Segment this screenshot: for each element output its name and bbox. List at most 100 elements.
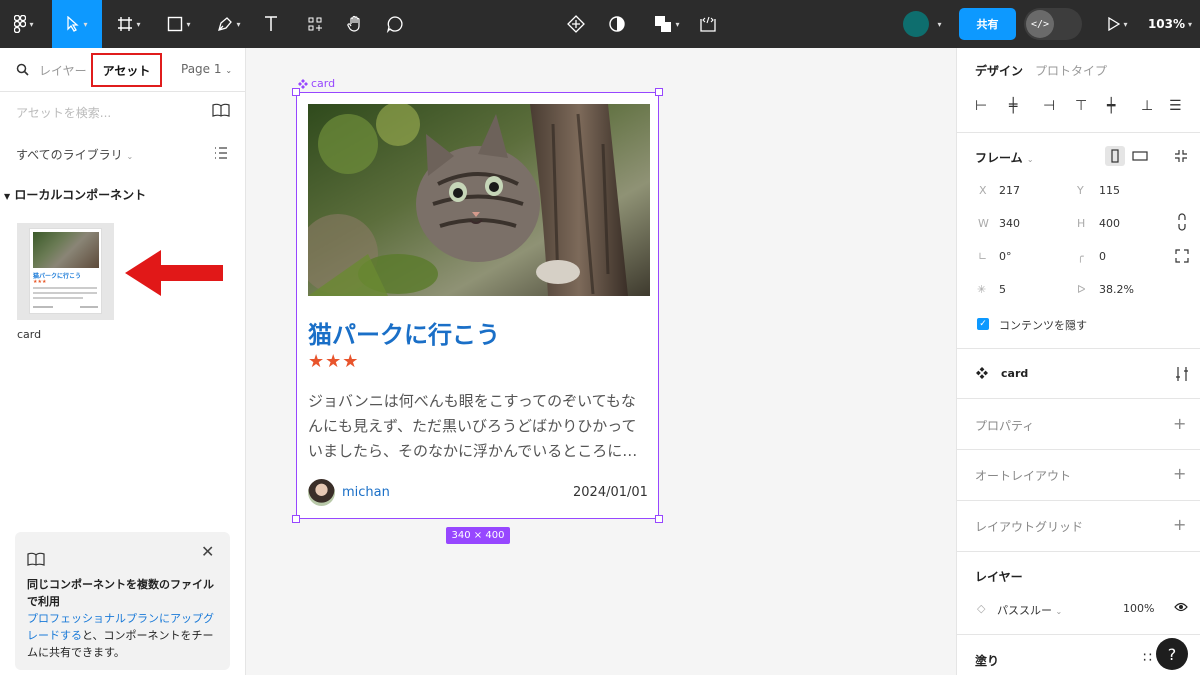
help-button[interactable]: ? (1156, 638, 1188, 670)
h-label: H (1077, 217, 1086, 230)
divider (957, 132, 1200, 133)
chevron-down-icon: ▾ (136, 19, 141, 29)
align-bottom-icon[interactable]: ⊥ (1141, 98, 1153, 114)
page-label: Page 1 (181, 62, 222, 76)
pen-tool-button[interactable]: ▾ (208, 0, 250, 48)
contrast-button[interactable] (604, 0, 630, 48)
main-menu-button[interactable]: ▾ (0, 0, 48, 48)
thumbnail-date-line (80, 306, 98, 308)
avatar-menu-button[interactable]: ▾ (930, 0, 946, 48)
right-panel: デザイン プロトタイプ ⊢ ╪ ⊣ ⊤ ┿ ⊥ ☰ フレーム ⌄ X 217 Y… (956, 48, 1200, 675)
text-tool-button[interactable] (258, 0, 284, 48)
divider (957, 500, 1200, 501)
count-input[interactable]: 5 (999, 283, 1006, 296)
left-panel-tabs: レイヤー アセット Page 1 ⌄ (0, 48, 246, 92)
landscape-icon[interactable] (1131, 149, 1149, 163)
zoom-menu-button[interactable]: 103% ▾ (1144, 0, 1196, 48)
divider (957, 398, 1200, 399)
half-circle-icon (609, 16, 625, 32)
blend-mode-label: パススルー (997, 604, 1052, 617)
chevron-down-icon: ⌄ (225, 66, 233, 75)
frame-label[interactable]: card (298, 77, 335, 90)
thumbnail-text-line (33, 287, 97, 289)
layout-grid-section-title: レイアウトグリッド (975, 520, 1084, 534)
boolean-icon (655, 16, 672, 32)
align-vertical-center-icon[interactable]: ┿ (1107, 98, 1115, 114)
tab-prototype[interactable]: プロトタイプ (1035, 62, 1107, 79)
x-input[interactable]: 217 (999, 184, 1020, 197)
search-icon[interactable] (16, 63, 29, 76)
eye-icon[interactable] (1174, 602, 1188, 612)
y-input[interactable]: 115 (1099, 184, 1120, 197)
ratio-input[interactable]: 38.2% (1099, 283, 1134, 296)
dev-mode-toggle[interactable]: </> (1024, 8, 1082, 40)
constrain-proportions-icon[interactable] (1177, 213, 1187, 231)
chevron-down-icon: ▾ (83, 19, 88, 29)
portrait-button[interactable] (1105, 146, 1125, 166)
page-selector[interactable]: Page 1 ⌄ (181, 62, 232, 76)
fill-styles-icon[interactable]: ∷ (1143, 650, 1152, 666)
thumbnail-card-preview: 猫パークに行こう ★★★ (29, 228, 102, 314)
user-avatar[interactable] (903, 11, 929, 37)
library-selector[interactable]: すべてのライブラリ ⌄ (16, 146, 133, 163)
list-view-icon[interactable] (214, 147, 228, 159)
comment-tool-button[interactable] (382, 0, 408, 48)
resize-handle[interactable] (655, 88, 663, 96)
dev-plugin-button[interactable] (563, 0, 589, 48)
thumbnail-text-line (33, 292, 97, 294)
book-icon[interactable] (212, 103, 230, 117)
move-tool-button[interactable]: ▾ (52, 0, 102, 48)
divider (957, 348, 1200, 349)
collapse-icon[interactable] (1174, 149, 1188, 163)
add-layout-grid-icon[interactable]: + (1173, 515, 1186, 534)
divider (957, 551, 1200, 552)
shape-tool-button[interactable]: ▾ (158, 0, 200, 48)
resize-handle[interactable] (655, 515, 663, 523)
resize-handle[interactable] (292, 515, 300, 523)
width-input[interactable]: 340 (999, 217, 1020, 230)
share-button[interactable]: 共有 (959, 8, 1016, 40)
zoom-level: 103% (1147, 17, 1186, 31)
chevron-down-icon: ▾ (29, 19, 34, 29)
rotation-input[interactable]: 0° (999, 250, 1012, 263)
opacity-input[interactable]: 100% (1123, 602, 1154, 615)
component-thumbnail[interactable]: 猫パークに行こう ★★★ (17, 223, 114, 320)
resize-handle[interactable] (292, 88, 300, 96)
play-icon (1108, 17, 1121, 31)
present-button[interactable]: ▾ (1100, 0, 1136, 48)
count-icon: ✳ (977, 283, 987, 296)
align-horizontal-center-icon[interactable]: ╪ (1009, 98, 1017, 114)
card-frame[interactable]: 猫パークに行こう ★★★ ジョバンニは何べんも眼をこすってのぞいてもなんにも見え… (292, 88, 663, 523)
tab-design[interactable]: デザイン (975, 62, 1023, 79)
left-panel: レイヤー アセット Page 1 ⌄ アセットを検索... すべてのライブラリ … (0, 48, 246, 675)
component-settings-icon[interactable] (1175, 366, 1189, 382)
code-embed-button[interactable] (696, 0, 720, 48)
card-rating: ★★★ (308, 351, 360, 372)
hand-tool-button[interactable] (342, 0, 368, 48)
clip-content-checkbox[interactable]: ✓ (977, 318, 989, 330)
height-input[interactable]: 400 (1099, 217, 1120, 230)
boolean-groups-button[interactable]: ▾ (646, 0, 688, 48)
chevron-down-icon: ▾ (1123, 19, 1128, 29)
tab-assets[interactable]: アセット (91, 53, 162, 87)
frame-type-selector[interactable]: フレーム ⌄ (975, 149, 1034, 166)
chevron-down-icon: ⌄ (1026, 155, 1034, 164)
independent-corners-icon[interactable] (1175, 249, 1189, 263)
align-top-icon[interactable]: ⊤ (1075, 98, 1087, 114)
local-components-header[interactable]: ▼ ローカルコンポーネント (4, 186, 146, 203)
blend-mode-selector[interactable]: パススルー ⌄ (997, 602, 1062, 618)
resources-button[interactable] (302, 0, 328, 48)
thumbnail-author-line (33, 306, 53, 308)
frame-tool-button[interactable]: ▾ (108, 0, 150, 48)
add-auto-layout-icon[interactable]: + (1173, 464, 1186, 483)
close-icon[interactable]: ✕ (201, 542, 214, 561)
asset-search-input[interactable]: アセットを検索... (16, 104, 196, 121)
align-right-icon[interactable]: ⊣ (1043, 98, 1055, 114)
thumbnail-text-line (33, 297, 83, 299)
component-name-label[interactable]: card (1001, 367, 1028, 380)
corner-radius-input[interactable]: 0 (1099, 250, 1106, 263)
align-left-icon[interactable]: ⊢ (975, 98, 987, 114)
tab-layers[interactable]: レイヤー (39, 62, 87, 79)
distribute-icon[interactable]: ☰ (1169, 98, 1182, 114)
add-property-icon[interactable]: + (1173, 414, 1186, 433)
